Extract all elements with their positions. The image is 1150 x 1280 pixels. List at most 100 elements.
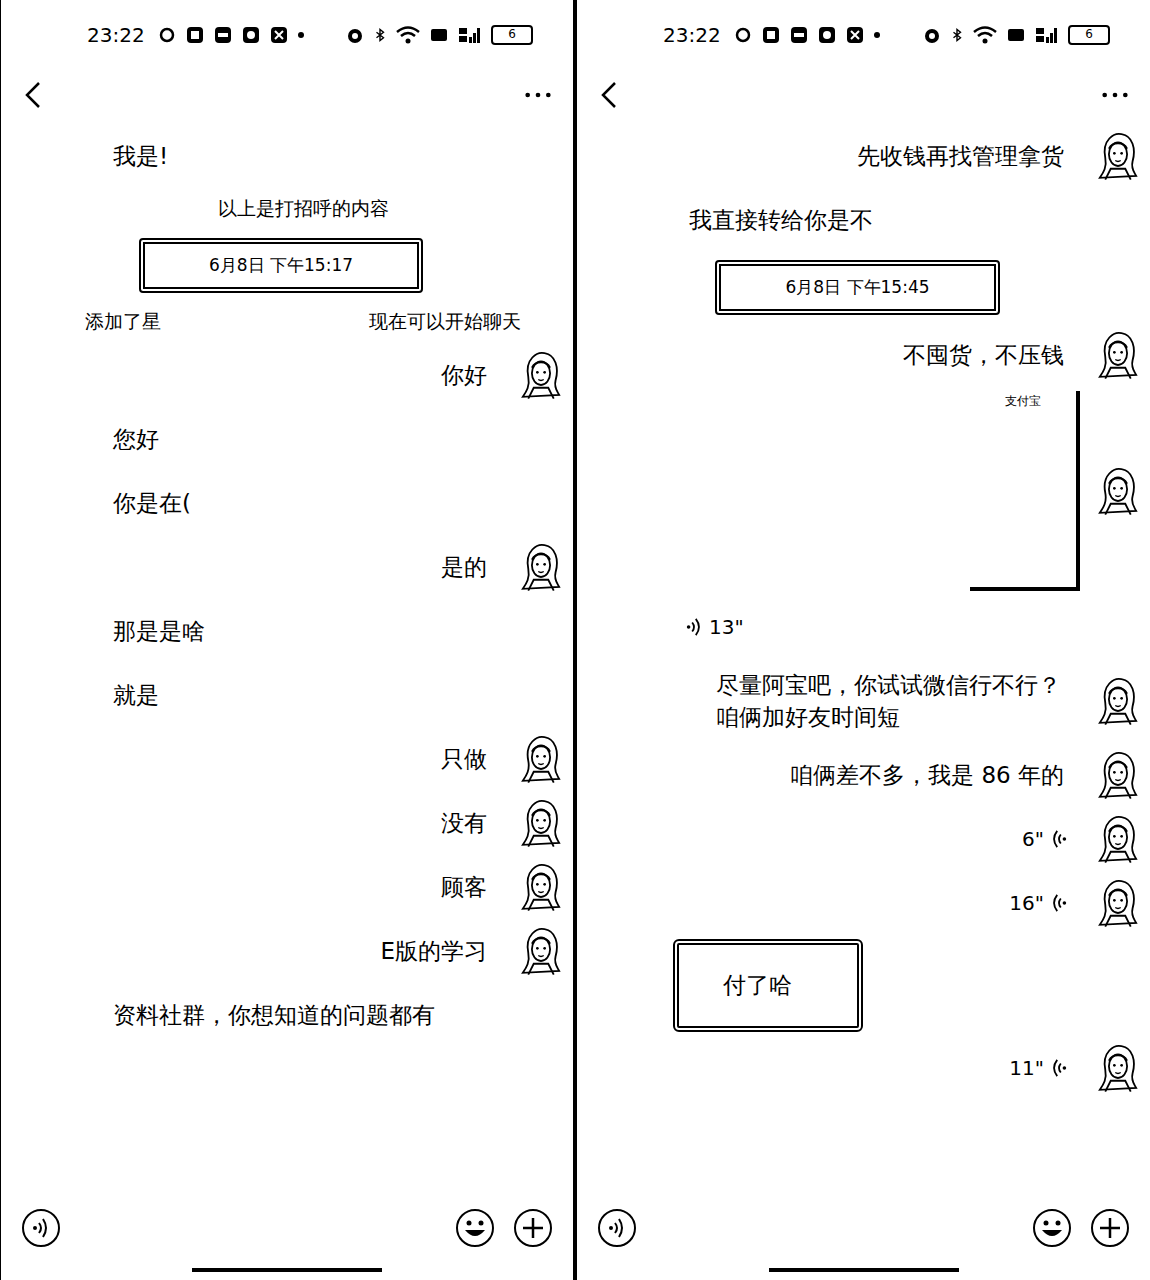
message-row: 您好 — [1, 411, 561, 467]
avatar-icon[interactable] — [521, 347, 561, 403]
timestamp: 6月8日 下午15:45 — [715, 260, 999, 315]
hd-icon — [429, 25, 449, 45]
message-bubble[interactable]: 顾客 — [425, 865, 503, 909]
message-bubble[interactable]: 我直接转给你是不 — [673, 198, 889, 242]
input-bar — [1, 1188, 573, 1268]
avatar-icon[interactable] — [521, 795, 561, 851]
message-row: 那是是啥 — [1, 603, 561, 659]
plus-icon[interactable] — [1090, 1208, 1130, 1248]
sync-icon — [157, 25, 177, 45]
message-bubble[interactable]: 只做 — [425, 737, 503, 781]
message-bubble[interactable]: 先收钱再找管理拿货 — [841, 134, 1080, 178]
message-bubble[interactable]: 你好 — [425, 353, 503, 397]
message-row: E版的学习 — [1, 923, 561, 979]
message-row: 16" — [577, 875, 1138, 931]
avatar-icon[interactable] — [1098, 811, 1138, 867]
bluetooth-icon — [950, 25, 964, 45]
battery-icon: 6 — [491, 25, 533, 45]
app-icon — [185, 25, 205, 45]
avatar-icon[interactable] — [1098, 747, 1138, 803]
chat-screen: 23:22 6 先收钱再找管理拿货 我直接转给你是不 6月8日 下午15:45 不… — [575, 0, 1150, 1280]
message-bubble[interactable]: 资料社群，你想知道的问题都有 — [97, 993, 451, 1037]
message-bubble[interactable]: 就是 — [97, 673, 175, 717]
message-bubble[interactable]: E版的学习 — [364, 929, 503, 973]
message-bubble[interactable]: 不囤货，不压钱 — [887, 333, 1080, 377]
input-bar — [577, 1188, 1150, 1268]
message-bubble[interactable]: 付了哈 — [673, 939, 863, 1031]
message-row: 就是 — [1, 667, 561, 723]
voice-icon — [1050, 892, 1068, 914]
system-notice: 以上是打招呼的内容 — [1, 192, 561, 226]
message-row: 付了哈 — [577, 939, 1138, 1031]
avatar-icon[interactable] — [1098, 327, 1138, 383]
back-icon[interactable] — [597, 79, 621, 111]
message-row: 是的 — [1, 539, 561, 595]
wifi-icon — [972, 25, 998, 45]
message-bubble[interactable]: 咱俩差不多，我是 86 年的 — [774, 753, 1080, 797]
home-indicator — [192, 1268, 382, 1272]
voice-message[interactable]: 13" — [673, 609, 756, 645]
avatar-icon[interactable] — [1098, 463, 1138, 519]
home-indicator — [769, 1268, 959, 1272]
message-row: 不囤货，不压钱 — [577, 327, 1138, 383]
system-text: 添加了星 — [85, 309, 161, 335]
app-icon — [789, 25, 809, 45]
emoji-icon[interactable] — [455, 1208, 495, 1248]
system-notice: 添加了星 现在可以开始聊天 — [1, 305, 561, 339]
status-time: 23:22 — [663, 23, 721, 47]
message-bubble[interactable]: 尽量阿宝吧，你试试微信行不行？咱俩加好友时间短 — [700, 663, 1080, 739]
system-text: 现在可以开始聊天 — [369, 309, 521, 335]
alarm-icon — [922, 25, 942, 45]
emoji-icon[interactable] — [1032, 1208, 1072, 1248]
message-row: 尽量阿宝吧，你试试微信行不行？咱俩加好友时间短 — [577, 663, 1138, 739]
system-icons: 6 — [345, 25, 533, 45]
chat-screen: 23:22 6 我是! 以上是打招呼的内容6月8日 下午15:17添加了星现在可… — [0, 0, 575, 1280]
app-icon — [241, 25, 261, 45]
avatar-icon[interactable] — [1098, 875, 1138, 931]
avatar-icon[interactable] — [521, 859, 561, 915]
message-bubble[interactable]: 你是在( — [97, 481, 207, 525]
battery-icon: 6 — [1068, 25, 1110, 45]
nav-bar — [577, 70, 1150, 120]
voice-message[interactable]: 11" — [997, 1050, 1080, 1086]
plus-icon[interactable] — [513, 1208, 553, 1248]
message-row: 只做 — [1, 731, 561, 787]
message-bubble[interactable]: 我是! — [97, 134, 184, 178]
app-icon — [761, 25, 781, 45]
message-row: 13" — [577, 599, 1138, 655]
voice-input-icon[interactable] — [597, 1208, 637, 1248]
message-bubble[interactable]: 没有 — [425, 801, 503, 845]
message-row: 咱俩差不多，我是 86 年的 — [577, 747, 1138, 803]
dot-icon — [873, 31, 881, 39]
back-icon[interactable] — [21, 79, 45, 111]
message-row: 支付宝 — [577, 391, 1138, 591]
message-bubble[interactable]: 那是是啥 — [97, 609, 221, 653]
avatar-icon[interactable] — [521, 923, 561, 979]
avatar-icon[interactable] — [1098, 128, 1138, 184]
app-icon — [817, 25, 837, 45]
message-list: 我是! 以上是打招呼的内容6月8日 下午15:17添加了星现在可以开始聊天你好 … — [1, 120, 573, 1188]
avatar-icon[interactable] — [521, 539, 561, 595]
status-bar: 23:22 6 — [1, 0, 573, 70]
message-list: 先收钱再找管理拿货 我直接转给你是不 6月8日 下午15:45 不囤货，不压钱 支… — [577, 120, 1150, 1188]
message-bubble[interactable]: 是的 — [425, 545, 503, 589]
message-row: 资料社群，你想知道的问题都有 — [1, 987, 561, 1043]
voice-message[interactable]: 6" — [1010, 821, 1080, 857]
avatar-icon[interactable] — [1098, 1040, 1138, 1096]
status-bar: 23:22 6 — [577, 0, 1150, 70]
message-row: 没有 — [1, 795, 561, 851]
screens: 23:22 6 我是! 以上是打招呼的内容6月8日 下午15:17添加了星现在可… — [0, 0, 1150, 1280]
voice-icon — [685, 616, 703, 638]
message-row: 你是在( — [1, 475, 561, 531]
payment-card[interactable]: 支付宝 — [970, 391, 1080, 591]
voice-input-icon[interactable] — [21, 1208, 61, 1248]
avatar-icon[interactable] — [1098, 673, 1138, 729]
message-bubble[interactable]: 您好 — [97, 417, 175, 461]
avatar-icon[interactable] — [521, 731, 561, 787]
more-icon[interactable] — [523, 89, 553, 101]
voice-icon — [1050, 1057, 1068, 1079]
system-text: 以上是打招呼的内容 — [218, 196, 389, 222]
voice-message[interactable]: 16" — [997, 885, 1080, 921]
more-icon[interactable] — [1100, 89, 1130, 101]
message-row: 6" — [577, 811, 1138, 867]
